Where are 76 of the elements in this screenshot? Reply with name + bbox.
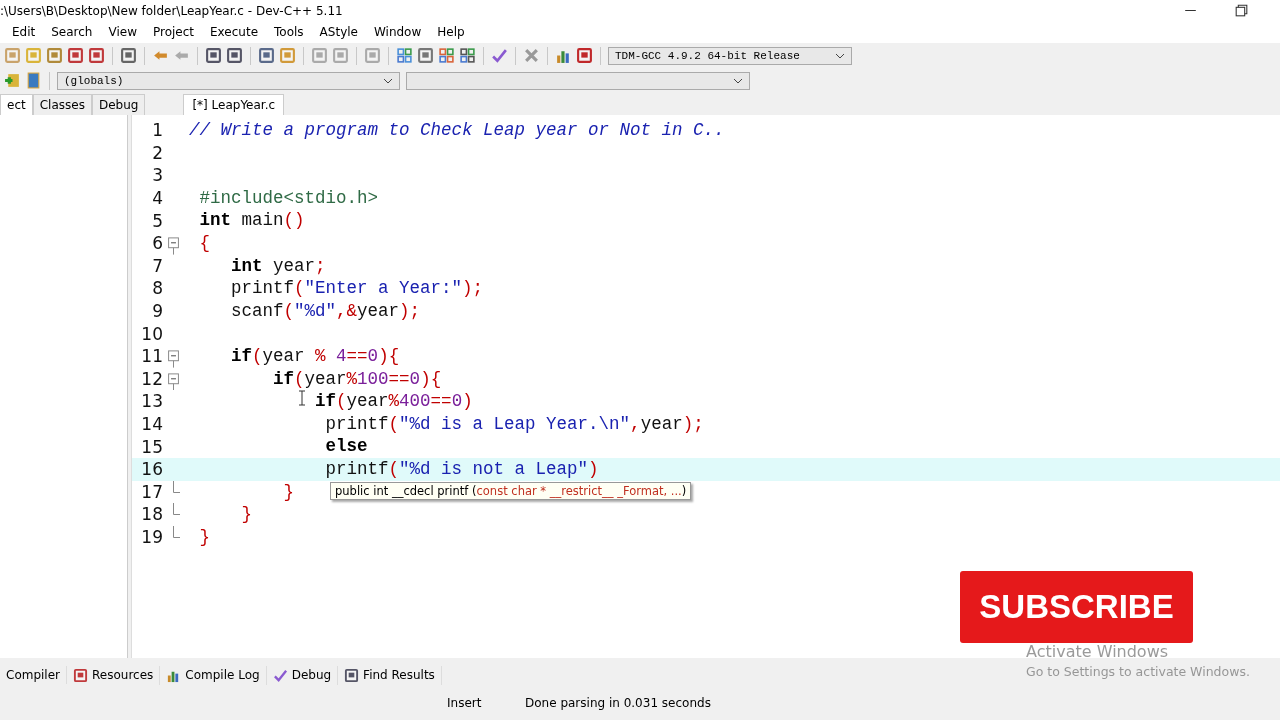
output-tab[interactable]: Find Results — [338, 665, 442, 685]
panel-tab[interactable]: Debug — [91, 94, 146, 115]
menu-item[interactable]: Help — [429, 25, 473, 39]
code-line: printf("Enter a Year:"); — [231, 277, 484, 300]
caret-icon — [835, 52, 845, 59]
activation-title: Activate Windows — [1026, 642, 1170, 661]
line-number: 17 — [140, 481, 163, 502]
status-message: Done parsing in 0.031 seconds — [525, 696, 711, 710]
window-title: :\Users\B\Desktop\New folder\LeapYear.c - Dev-C++ 5.11 — [0, 3, 343, 18]
output-tab[interactable]: Resources — [67, 665, 161, 685]
line-number: 8 — [151, 278, 163, 299]
line-number: 6 — [151, 233, 163, 254]
menu-item[interactable]: Search — [43, 25, 101, 39]
panel-tab[interactable]: Classes — [32, 94, 92, 115]
code-line: if(year%400==0) — [315, 390, 473, 413]
grid-icon[interactable] — [396, 47, 413, 64]
check-icon[interactable] — [491, 47, 508, 64]
subscribe-button[interactable]: SUBSCRIBE — [960, 571, 1193, 643]
menu-item[interactable]: Execute — [202, 25, 267, 39]
code-line: } — [199, 525, 211, 549]
code-line: if(year % 4==0){ — [231, 344, 400, 368]
check-icon[interactable] — [272, 667, 288, 683]
line-number: 19 — [140, 527, 163, 547]
menu-item[interactable]: Edit — [4, 25, 44, 39]
cross-icon[interactable] — [523, 47, 540, 64]
line-number: 15 — [140, 436, 163, 457]
menu-item[interactable]: View — [100, 25, 145, 39]
caret-icon — [383, 77, 393, 84]
line-number: 4 — [151, 188, 163, 209]
function-dropdown[interactable] — [406, 71, 750, 90]
output-tab[interactable]: Debug — [266, 665, 339, 685]
line-number: 10 — [140, 323, 163, 344]
line-number: 5 — [151, 210, 163, 231]
code-line: printf("%d is not a Leap") — [325, 457, 599, 481]
line-number: 14 — [140, 414, 163, 434]
caret-icon — [733, 77, 743, 84]
signature-tooltip: public int __cdecl printf (const char * __restrict__ _Format, ...) — [330, 482, 692, 500]
color-grid-icon[interactable] — [438, 47, 455, 64]
scope-dropdown[interactable]: (globals) — [57, 71, 400, 90]
compiler-dropdown[interactable]: TDM-GCC 4.9.2 64-bit Release — [608, 46, 852, 65]
code-line: if(year%100==0){ — [273, 367, 442, 391]
book-icon[interactable] — [25, 72, 42, 89]
code-line: // Write a program to Check Leap year or Not in C.. — [189, 119, 725, 142]
output-tab[interactable]: Compiler — [0, 666, 67, 684]
line-number: 3 — [151, 165, 163, 186]
file-tab[interactable]: [*] LeapYear.c — [183, 94, 285, 115]
code-line: } — [283, 480, 295, 504]
menu-item[interactable]: Window — [365, 25, 430, 39]
code-line: } — [241, 503, 253, 526]
line-number: 11 — [140, 346, 163, 367]
line-number: 7 — [151, 255, 163, 276]
code-line: int year; — [231, 254, 326, 278]
line-number: 2 — [151, 142, 163, 163]
code-line: { — [199, 231, 211, 255]
menu-item[interactable]: AStyle — [311, 25, 366, 39]
line-number: 16 — [140, 459, 163, 480]
code-line: int main() — [199, 209, 305, 232]
line-number: 9 — [151, 301, 163, 322]
code-line: scanf("%d",&year); — [231, 299, 421, 323]
panel-tab[interactable]: ect — [0, 94, 33, 115]
restore-icon[interactable] — [1233, 2, 1250, 19]
line-number: 18 — [140, 504, 163, 525]
status-mode: Insert — [447, 696, 483, 710]
output-tab[interactable]: Compile Log — [160, 665, 267, 685]
activation-text: Go to Settings to activate Windows. — [1026, 664, 1250, 679]
insert-icon[interactable] — [4, 72, 21, 89]
line-number: 12 — [140, 368, 163, 389]
code-line: #include<stdio.h> — [199, 186, 379, 210]
text-cursor-icon — [298, 390, 306, 406]
tiles-icon[interactable] — [459, 47, 476, 64]
code-line: else — [325, 435, 368, 458]
code-line: printf("%d is a Leap Year.\n",year); — [325, 412, 704, 436]
line-number: 1 — [151, 120, 163, 141]
menu-item[interactable]: Tools — [266, 25, 312, 39]
menu-item[interactable]: Project — [144, 25, 203, 39]
line-number: 13 — [140, 391, 163, 412]
